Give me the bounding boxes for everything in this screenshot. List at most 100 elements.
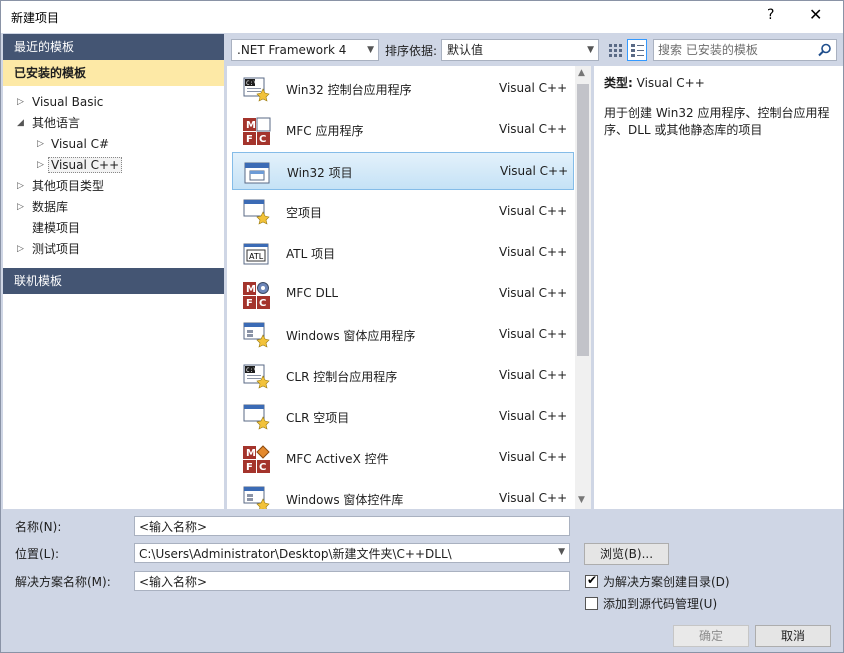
template-name: ATL 项目 [286, 247, 336, 261]
template-name: MFC DLL [286, 286, 339, 300]
browse-button[interactable]: 浏览(B)... [584, 543, 669, 565]
source-control-checkbox[interactable]: 添加到源代码管理(U) [585, 595, 717, 612]
location-field[interactable]: ▼ [134, 543, 570, 563]
svg-text:C: C [259, 134, 266, 145]
template-language: Visual C++ [499, 204, 568, 218]
template-language: Visual C++ [500, 164, 569, 178]
template-item[interactable]: Win32 项目 Visual C++ [232, 152, 574, 190]
source-control-label: 添加到源代码管理(U) [603, 597, 718, 611]
title-bar: 新建项目 ? ✕ [1, 1, 843, 33]
template-name: MFC 应用程序 [286, 124, 364, 138]
tree-item[interactable]: ◢ 其他语言 [3, 113, 224, 134]
template-item[interactable]: ATL ATL 项目 Visual C++ [232, 234, 574, 272]
collapsed-arrow-icon[interactable]: ▷ [17, 239, 27, 260]
winforms-icon [243, 486, 270, 509]
tree-item[interactable]: ▷ Visual C++ [3, 155, 224, 176]
template-search[interactable] [653, 39, 837, 61]
template-list: C:\ Win32 控制台应用程序 Visual C++ M F C MFC 应用程序 Vis… [227, 66, 591, 509]
solution-name-field[interactable] [134, 571, 570, 591]
template-name: MFC ActiveX 控件 [286, 452, 389, 466]
template-item[interactable]: CLR 空项目 Visual C++ [232, 398, 574, 436]
template-sidebar: 最近的模板 已安装的模板 ▷ Visual Basic ◢ 其他语言 ▷ Visual C… [3, 34, 224, 509]
template-name: Win32 控制台应用程序 [286, 83, 412, 97]
cancel-button[interactable]: 取消 [755, 625, 831, 647]
template-language: Visual C++ [499, 245, 568, 259]
location-input[interactable] [135, 544, 569, 562]
tree-item-label: Visual C# [51, 137, 110, 151]
collapsed-arrow-icon[interactable]: ▷ [17, 197, 27, 218]
atl-icon: ATL [243, 243, 269, 265]
chevron-down-icon: ▼ [587, 45, 594, 55]
tree-item[interactable]: ▷ 其他项目类型 [3, 176, 224, 197]
template-item[interactable]: 空项目 Visual C++ [232, 193, 574, 231]
template-name: 空项目 [286, 206, 323, 220]
tree-item[interactable]: 建模项目 [3, 218, 224, 239]
checkbox-box[interactable]: ✔ [585, 573, 598, 588]
chevron-down-icon[interactable]: ▼ [558, 547, 565, 557]
svg-text:C:\: C:\ [246, 80, 257, 87]
location-label: 位置(L): [15, 547, 60, 561]
expanded-arrow-icon[interactable]: ◢ [17, 113, 27, 134]
type-label: 类型: [604, 76, 633, 90]
scroll-down-icon[interactable]: ▼ [578, 495, 585, 505]
svg-text:C: C [259, 298, 266, 309]
checkbox-box[interactable] [585, 597, 598, 610]
template-description-text: 用于创建 Win32 应用程序、控制台应用程序、DLL 或其他静态库的项目 [604, 106, 830, 137]
tree-item[interactable]: ▷ 数据库 [3, 197, 224, 218]
collapsed-arrow-icon[interactable]: ▷ [37, 134, 47, 155]
search-input[interactable] [654, 40, 814, 60]
svg-text:F: F [246, 462, 253, 473]
template-language: Visual C++ [499, 409, 568, 423]
svg-text:C:\: C:\ [246, 367, 257, 374]
tree-item-label: 其他项目类型 [32, 179, 105, 193]
tree-item[interactable]: ▷ 测试项目 [3, 239, 224, 260]
tree-item[interactable]: ▷ Visual C# [3, 134, 224, 155]
new-project-dialog: 新建项目 ? ✕ 最近的模板 已安装的模板 ▷ Visual Basic ◢ 其他语言… [0, 0, 844, 653]
template-language: Visual C++ [499, 122, 568, 136]
online-templates-header[interactable]: 联机模板 [3, 268, 224, 294]
tree-item-label: 测试项目 [32, 242, 81, 256]
template-name: Windows 窗体控件库 [286, 493, 404, 507]
framework-select[interactable]: .NET Framework 4 ▼ [231, 39, 379, 61]
template-language: Visual C++ [499, 491, 568, 505]
help-button[interactable]: ? [767, 7, 774, 23]
close-button[interactable]: ✕ [809, 5, 822, 24]
template-type: 类型: Visual C++ [604, 74, 833, 91]
name-input[interactable] [135, 517, 569, 535]
create-directory-checkbox[interactable]: ✔ 为解决方案创建目录(D) [585, 573, 730, 590]
ok-button[interactable]: 确定 [673, 625, 749, 647]
scrollbar-thumb[interactable] [577, 84, 589, 356]
template-name: Windows 窗体应用程序 [286, 329, 416, 343]
template-description-panel: 类型: Visual C++ 用于创建 Win32 应用程序、控制台应用程序、D… [594, 66, 843, 509]
template-tree: ▷ Visual Basic ◢ 其他语言 ▷ Visual C# ▷ Visual C++ ▷… [3, 86, 224, 260]
search-icon[interactable] [818, 43, 832, 57]
collapsed-arrow-icon[interactable]: ▷ [17, 92, 27, 113]
collapsed-arrow-icon[interactable]: ▷ [37, 155, 47, 176]
project-form: 名称(N): 位置(L): ▼ 浏览(B)... 解决方案名称(M): ✔ 为解决… [1, 511, 843, 621]
svg-text:M: M [246, 120, 256, 131]
installed-templates-header[interactable]: 已安装的模板 [3, 60, 224, 86]
recent-templates-header[interactable]: 最近的模板 [3, 34, 224, 60]
template-item[interactable]: Windows 窗体控件库 Visual C++ [232, 480, 574, 509]
scroll-up-icon[interactable]: ▲ [578, 68, 585, 78]
template-language: Visual C++ [499, 450, 568, 464]
sort-select[interactable]: 默认值 ▼ [441, 39, 599, 61]
collapsed-arrow-icon[interactable]: ▷ [17, 176, 27, 197]
small-icons-view-button[interactable] [605, 39, 625, 61]
svg-text:F: F [246, 298, 253, 309]
template-list-scrollbar[interactable]: ▲ ▼ [575, 66, 591, 509]
template-item[interactable]: Windows 窗体应用程序 Visual C++ [232, 316, 574, 354]
tree-item-label: Visual Basic [32, 95, 104, 109]
template-item[interactable]: M F C MFC ActiveX 控件 Visual C++ [232, 439, 574, 477]
template-item[interactable]: M F C MFC 应用程序 Visual C++ [232, 111, 574, 149]
template-item[interactable]: C:\ CLR 控制台应用程序 Visual C++ [232, 357, 574, 395]
name-field[interactable] [134, 516, 570, 536]
checkmark-icon: ✔ [587, 573, 598, 587]
template-item[interactable]: M F C MFC DLL Visual C++ [232, 275, 574, 313]
template-language: Visual C++ [499, 81, 568, 95]
template-item[interactable]: C:\ Win32 控制台应用程序 Visual C++ [232, 70, 574, 108]
medium-icons-view-button[interactable] [627, 39, 647, 61]
tree-item[interactable]: ▷ Visual Basic [3, 92, 224, 113]
create-directory-label: 为解决方案创建目录(D) [603, 575, 730, 589]
solution-name-input[interactable] [135, 572, 569, 590]
